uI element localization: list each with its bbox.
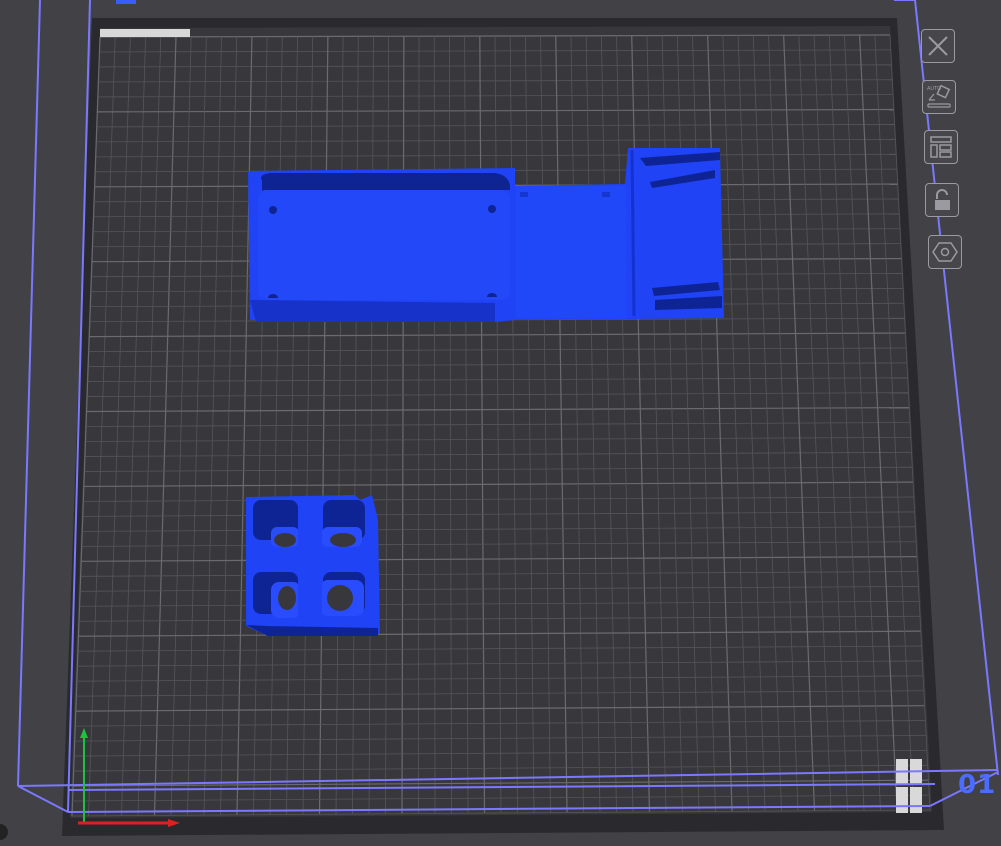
plate-settings-button[interactable] [928, 235, 962, 269]
arrange-button[interactable] [924, 130, 958, 164]
auto-orient-icon: AUTO [927, 84, 951, 108]
close-plate-button[interactable] [921, 29, 955, 63]
model-enclosure[interactable] [248, 148, 724, 322]
model-block[interactable] [246, 495, 380, 636]
lock-icon [935, 189, 950, 210]
build-plate[interactable] [70, 26, 932, 818]
plate-logo-strip [100, 29, 190, 37]
arrange-icon [930, 136, 952, 158]
3d-viewport[interactable] [0, 0, 1001, 846]
close-icon [928, 36, 948, 56]
auto-orient-button[interactable]: AUTO [922, 80, 956, 114]
lock-plate-button[interactable] [925, 183, 959, 217]
top-marker [116, 0, 136, 4]
plate-number[interactable]: 01 [958, 770, 996, 800]
settings-hex-icon [932, 242, 958, 262]
origin-indicator [0, 824, 8, 840]
